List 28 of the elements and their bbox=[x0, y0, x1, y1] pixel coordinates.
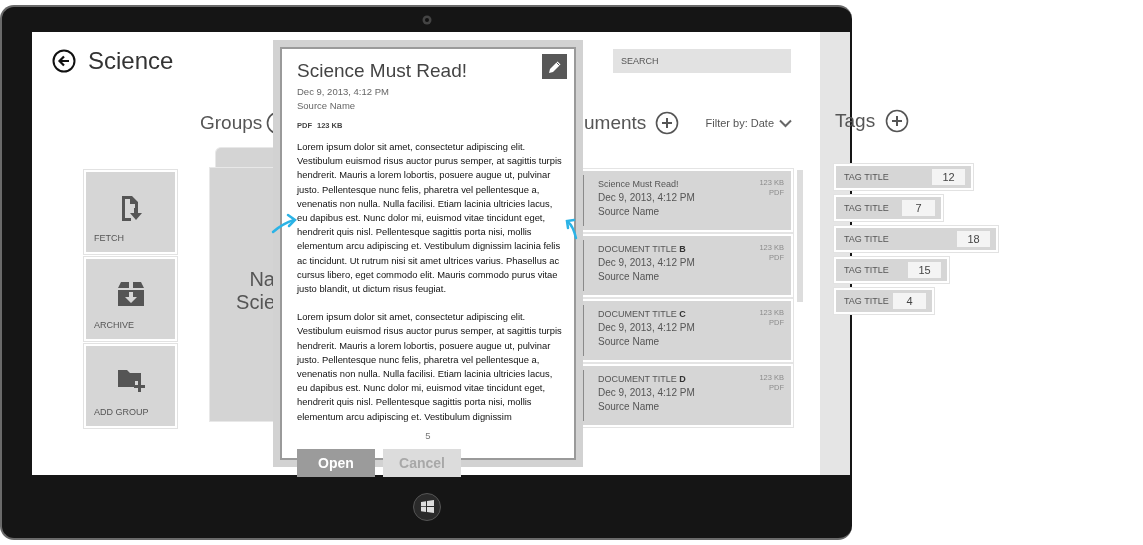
document-source: Source Name bbox=[598, 271, 661, 282]
document-source: Source Name bbox=[598, 206, 661, 217]
group-name: Na bbox=[249, 268, 275, 291]
document-date: Dec 9, 2013, 4:12 PM bbox=[598, 387, 695, 398]
document-source: Source Name bbox=[598, 336, 661, 347]
document-date: Dec 9, 2013, 4:12 PM bbox=[598, 322, 695, 333]
section-heading: Groups bbox=[200, 112, 263, 134]
tag-count: 15 bbox=[908, 262, 941, 278]
page-title: Science bbox=[88, 47, 174, 75]
tag-count: 7 bbox=[902, 200, 935, 216]
document-source: Source Name bbox=[297, 100, 357, 111]
group-name: Scie bbox=[236, 291, 275, 314]
body-paragraph: Lorem ipsum dolor sit amet, consectetur adipiscing elit. Vestibulum euismod risus auctor purus semper, at sagittis turpis hendrerit. Mauris a lorem lobortis, posuere augue ut, pulvinar justo. Pellentesque nunc felis, pharetra vel pellentesque a, venenatis non nulla. Nulla facilisi. Etiam lacinia ultricies lacus, eu dapibus est. Nunc dolor mi, euismod vitae tincidunt eget, hendrerit quis nisl. Pellentesque sagittis porta nisi, mollis elementum arcu adipiscing et. Vestibulum dignissim bbox=[297, 310, 563, 424]
section-heading: uments bbox=[584, 112, 647, 134]
tag-count: 12 bbox=[932, 169, 965, 185]
tag-count: 4 bbox=[893, 293, 926, 309]
document-title: DOCUMENT TITLE C bbox=[598, 309, 687, 319]
document-date: Dec 9, 2013, 4:12 PM bbox=[598, 192, 695, 203]
dialog-title: Science Must Read! bbox=[297, 60, 469, 82]
document-source: Source Name bbox=[598, 401, 661, 412]
document-date: Dec 9, 2013, 4:12 PM bbox=[598, 257, 695, 268]
document-title: DOCUMENT TITLE B bbox=[598, 244, 687, 254]
tag-count: 18 bbox=[957, 231, 990, 247]
document-title: DOCUMENT TITLE D bbox=[598, 374, 687, 384]
document-date: Dec 9, 2013, 4:12 PM bbox=[297, 86, 390, 97]
page-number: 5 bbox=[425, 429, 431, 441]
body-paragraph: Lorem ipsum dolor sit amet, consectetur adipiscing elit. Vestibulum euismod risus auctor purus semper, at sagittis turpis hendrerit. Mauris a lorem lobortis, posuere augue ut, pulvinar justo. Pellentesque nunc felis, pharetra vel pellentesque a, venenatis non nulla. Nulla facilisi. Etiam lacinia ultricies lacus, eu dapibus est. Nunc dolor mi, euismod vitae tincidunt eget, hendrerit quis nisl. Pellentesque sagittis porta nisi, mollis elementum arcu adipiscing et. Vestibulum dignissim lacinia felis ac tincidunt. Ut rutrum nisi sit amet ultrices varius. Phasellus ac cursus libero, eget commodo elit. Mauris commodo purus vitae justo blandit, ut dictum risus feugiat. bbox=[297, 140, 563, 297]
document-title: Science Must Read! bbox=[598, 179, 680, 189]
